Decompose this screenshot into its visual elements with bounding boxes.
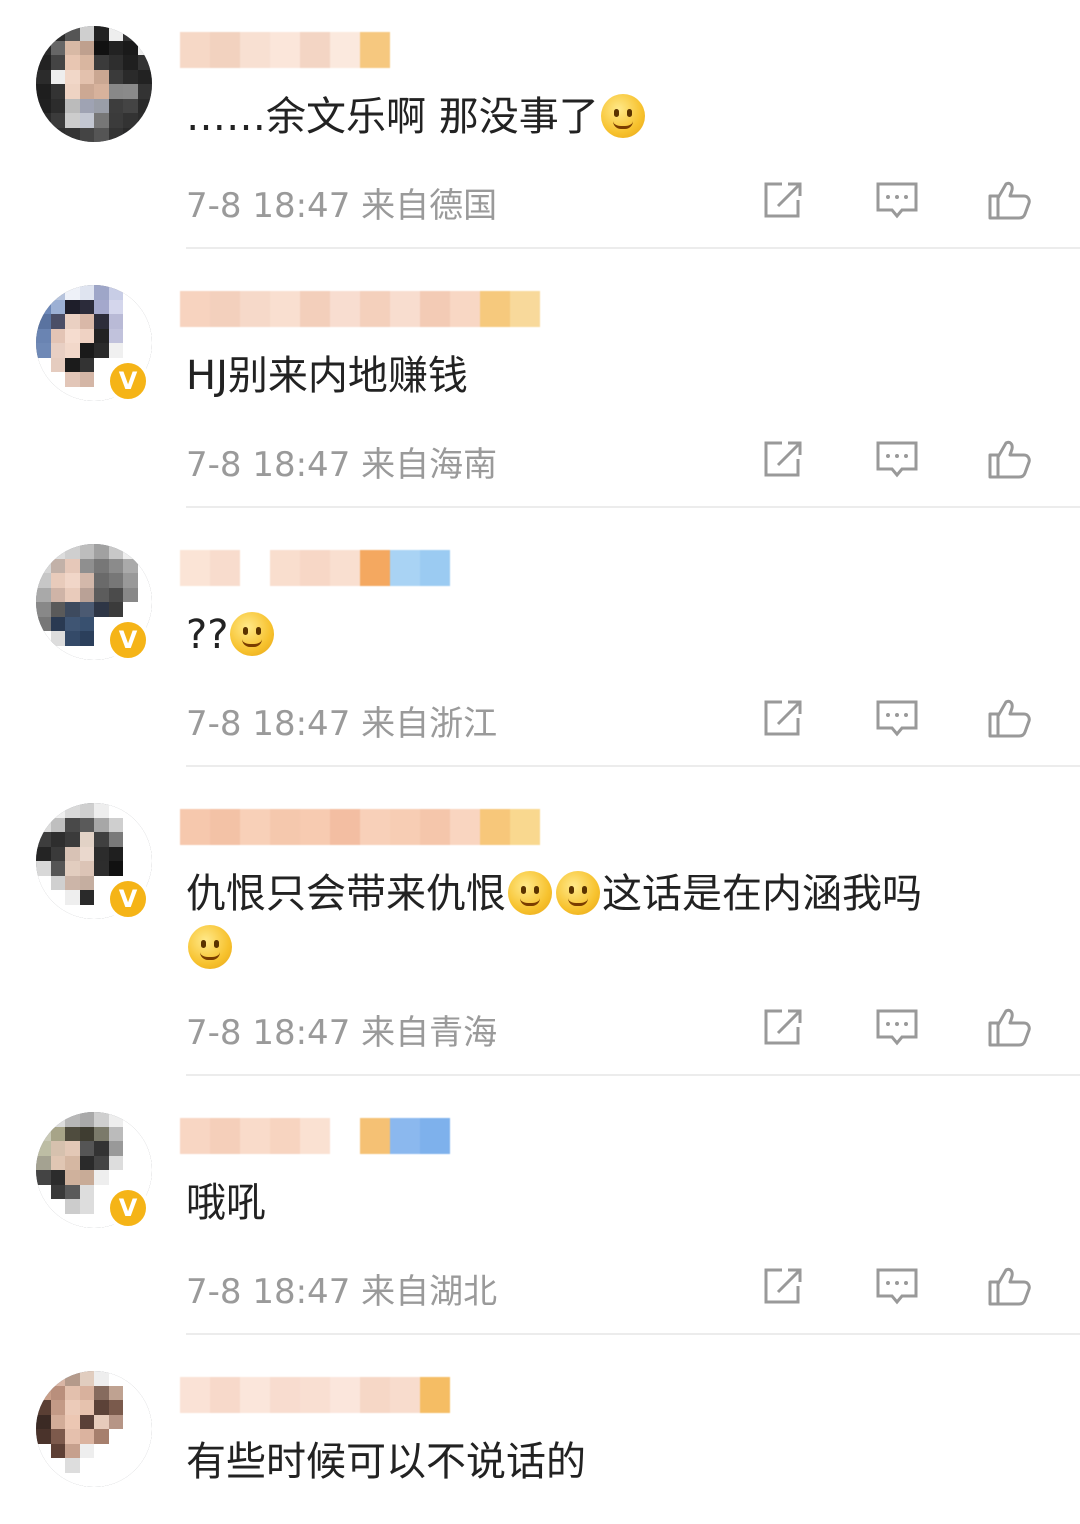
comment-actions (0, 176, 1080, 222)
question-face-emoji (230, 612, 275, 656)
smile-emoji (188, 925, 232, 969)
divider (186, 247, 1080, 249)
comment-text: 哦吼 (186, 1180, 266, 1226)
comment-actions (0, 435, 1080, 481)
comment-text: ……余文乐啊 那没事了 (186, 90, 647, 144)
verified-badge: V (106, 359, 150, 403)
comment-icon[interactable] (874, 1262, 920, 1308)
username-redacted[interactable] (180, 550, 450, 586)
comment-item: V 哦吼 7-8 18:47 来自湖北 (0, 1086, 1080, 1345)
share-icon[interactable] (760, 176, 806, 222)
comment-item: V ?? 7-8 18:47 来自浙江 (0, 518, 1080, 777)
comment-icon[interactable] (874, 176, 920, 222)
thinking-emoji (508, 871, 552, 915)
divider (186, 506, 1080, 508)
username-redacted[interactable] (180, 1377, 450, 1413)
comment-icon[interactable] (874, 435, 920, 481)
comment-actions (0, 694, 1080, 740)
thumbs-up-icon[interactable] (986, 435, 1032, 481)
avatar[interactable] (36, 1371, 152, 1487)
share-icon[interactable] (760, 1003, 806, 1049)
divider (186, 1074, 1080, 1076)
thumbs-up-icon[interactable] (986, 176, 1032, 222)
divider (186, 1333, 1080, 1335)
verified-badge: V (106, 877, 150, 921)
comment-actions (0, 1003, 1080, 1049)
avatar[interactable] (36, 26, 152, 142)
comment-text: ?? (186, 608, 276, 662)
thumbs-up-icon[interactable] (986, 1262, 1032, 1308)
username-redacted[interactable] (180, 291, 540, 327)
comment-text: 有些时候可以不说话的 (186, 1439, 586, 1485)
username-redacted[interactable] (180, 1118, 450, 1154)
verified-badge: V (106, 618, 150, 662)
username-redacted[interactable] (180, 809, 540, 845)
share-icon[interactable] (760, 435, 806, 481)
comment-item: V 仇恨只会带来仇恨 这话是在内涵我吗 7-8 18:47 来自青海 (0, 777, 1080, 1086)
comment-item: ……余文乐啊 那没事了 7-8 18:47 来自德国 (0, 0, 1080, 259)
laugh-cry-emoji (600, 94, 645, 138)
pixelated-avatar (36, 1371, 152, 1487)
share-icon[interactable] (760, 1262, 806, 1308)
comment-icon[interactable] (874, 694, 920, 740)
username-redacted[interactable] (180, 32, 390, 68)
divider (186, 765, 1080, 767)
thumbs-up-icon[interactable] (986, 694, 1032, 740)
thumbs-up-icon[interactable] (986, 1003, 1032, 1049)
comment-text: HJ别来内地赚钱 (186, 353, 468, 399)
comment-actions (0, 1262, 1080, 1308)
comment-text: 仇恨只会带来仇恨 这话是在内涵我吗 (186, 867, 1046, 975)
share-icon[interactable] (760, 694, 806, 740)
comment-item: 有些时候可以不说话的 (0, 1345, 1080, 1524)
verified-badge: V (106, 1186, 150, 1230)
comment-item: V HJ别来内地赚钱 7-8 18:47 来自海南 (0, 259, 1080, 518)
comment-icon[interactable] (874, 1003, 920, 1049)
pixelated-avatar (36, 26, 152, 142)
comment-feed: ……余文乐啊 那没事了 7-8 18:47 来自德国 V HJ别来内地赚钱 7-… (0, 0, 1080, 1524)
thinking-emoji (556, 871, 600, 915)
